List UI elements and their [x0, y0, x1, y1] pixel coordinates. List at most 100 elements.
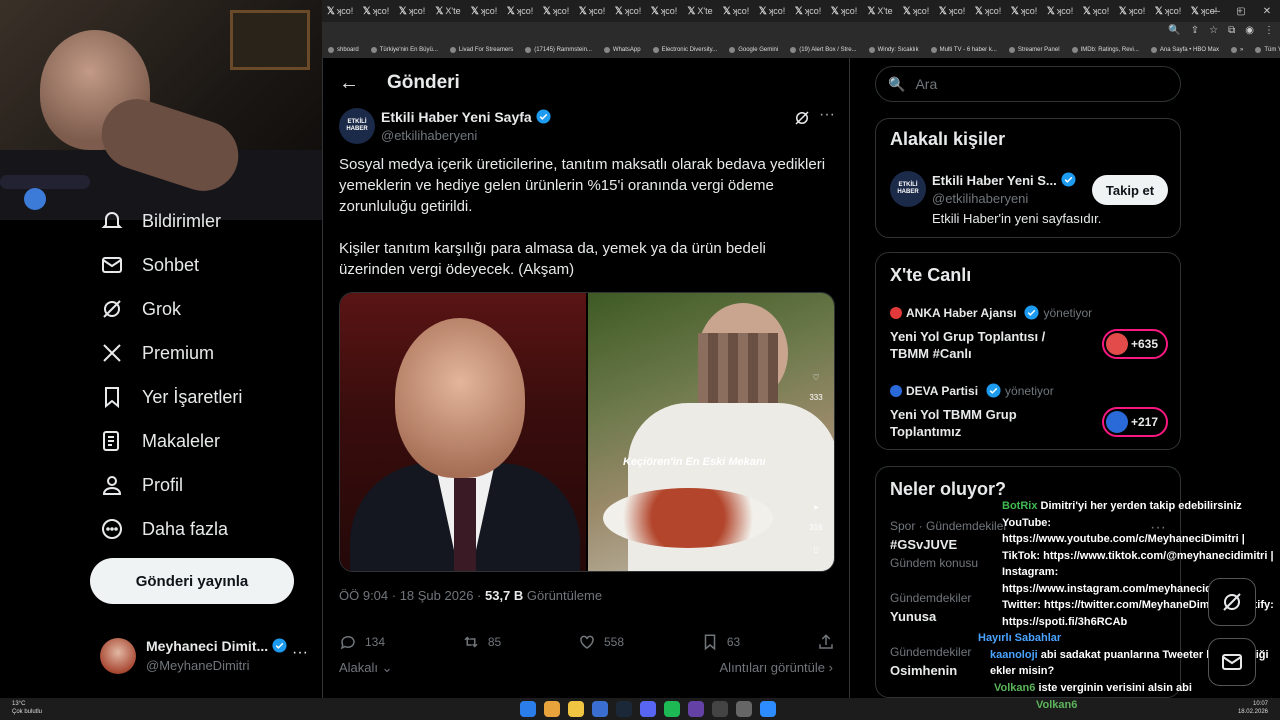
folder-icon[interactable] — [568, 701, 584, 717]
related-dropdown[interactable]: Alakalı ⌄ — [339, 660, 393, 676]
discord-icon[interactable] — [640, 701, 656, 717]
obs-icon[interactable] — [712, 701, 728, 717]
nav-item-more[interactable]: Daha fazla — [100, 514, 228, 544]
nav-item-profile[interactable]: Profil — [100, 470, 183, 500]
nav-item-notifications[interactable]: Bildirimler — [100, 206, 221, 236]
clock[interactable]: 10:07 18.02.2026 — [1238, 700, 1268, 716]
browser-tab[interactable]: 𝕏ʞco! — [466, 0, 502, 22]
bookmark-item[interactable]: (17145) Rammstein... — [519, 47, 598, 53]
close-icon[interactable]: ✕ — [1254, 6, 1280, 17]
related-person-avatar[interactable]: ETKİLİ HABER — [890, 171, 926, 207]
browser-tab[interactable]: 𝕏ʞco! — [1150, 0, 1186, 22]
view-quotes-link[interactable]: Alıntıları görüntüle › — [720, 660, 833, 675]
extensions-icon[interactable]: ⧉ — [1228, 25, 1235, 36]
steam-icon[interactable] — [616, 701, 632, 717]
browser-tab[interactable]: 𝕏ʞco! — [502, 0, 538, 22]
tweet-media[interactable]: Keçiören'in En Eski Mekanı ♡ 333 ➤ 316 ▯ — [339, 292, 835, 572]
twitch-icon[interactable] — [688, 701, 704, 717]
browser-tab[interactable]: 𝕏ʞco! — [574, 0, 610, 22]
browser-tab[interactable]: 𝕏ʞco! — [898, 0, 934, 22]
live-listener-badge[interactable]: +217 — [1102, 407, 1168, 437]
minimize-icon[interactable]: — — [1202, 6, 1228, 17]
more-icon[interactable]: ··· — [292, 644, 308, 662]
browser-tab[interactable]: 𝕏ʞco! — [646, 0, 682, 22]
bookmark-item[interactable]: IMDb: Ratings, Revi... — [1066, 47, 1145, 53]
maximize-icon[interactable]: ▢ — [1228, 6, 1254, 17]
repost-button[interactable]: 85 — [462, 630, 501, 654]
app-icon[interactable] — [736, 701, 752, 717]
nav-item-grok[interactable]: Grok — [100, 294, 181, 324]
browser-tab[interactable]: 𝕏ʞco! — [538, 0, 574, 22]
bookmark-button[interactable]: 63 — [701, 630, 740, 654]
bookmark-item[interactable]: (19) Alert Box / Stre... — [784, 47, 862, 53]
post-button[interactable]: Gönderi yayınla — [90, 558, 294, 604]
bookmark-item[interactable]: WhatsApp — [598, 47, 647, 53]
account-switcher[interactable]: Meyhaneci Dimit... @MeyhaneDimitri ··· — [100, 636, 312, 680]
menu-icon[interactable]: ⋮ — [1264, 25, 1274, 36]
browser-tab[interactable]: 𝕏ʞco! — [934, 0, 970, 22]
reply-button[interactable]: 134 — [339, 630, 385, 654]
star-icon[interactable]: ☆ — [1209, 25, 1218, 36]
bookmark-item[interactable]: Tüm Yer İşaretleri — [1249, 47, 1280, 53]
live-item[interactable]: ANKA Haber Ajansı yönetiyor Yeni Yol Grup… — [890, 305, 1172, 362]
browser-tab[interactable]: 𝕏ʞco! — [358, 0, 394, 22]
like-button[interactable]: 558 — [578, 630, 624, 654]
share-icon[interactable]: ⇪ — [1191, 25, 1199, 36]
bookmark-item[interactable]: Streamer Panel — [1003, 47, 1066, 53]
browser-tab[interactable]: 𝕏ʞco! — [718, 0, 754, 22]
bookmark-item[interactable]: Google Gemini — [723, 47, 784, 53]
browser-tab[interactable]: 𝕏ʞco! — [394, 0, 430, 22]
bookmark-item[interactable]: Electronic Diversity... — [647, 47, 724, 53]
share-button[interactable] — [817, 630, 835, 654]
browser-tab[interactable]: 𝕏ʞco! — [610, 0, 646, 22]
bookmark-item[interactable]: shboard — [322, 47, 365, 53]
browser-tab[interactable]: 𝕏 X'te — [862, 0, 898, 22]
trend-item[interactable]: Gündemdekiler Osimhenin — [890, 645, 971, 678]
trend-item[interactable]: Spor · Gündemdekiler #GSvJUVE Gündem konus… — [890, 519, 1007, 570]
author-handle[interactable]: @etkilihaberyeni — [381, 128, 477, 143]
browser-tab[interactable]: 𝕏 X'te — [682, 0, 718, 22]
weather-widget[interactable]: 13°C Çok bulutlu — [12, 700, 42, 716]
start-icon[interactable] — [520, 701, 536, 717]
browser-tab[interactable]: 𝕏ʞco! — [754, 0, 790, 22]
chrome-icon[interactable] — [544, 701, 560, 717]
bookmark-item[interactable]: Ana Sayfa • HBO Max — [1145, 47, 1225, 53]
bookmark-item[interactable]: Windy: Sıcaklık — [863, 47, 925, 53]
browser-tab[interactable]: 𝕏ʞco! — [1006, 0, 1042, 22]
app-icon[interactable] — [760, 701, 776, 717]
bookmark-item[interactable]: Livad For Streamers — [444, 47, 519, 53]
nav-item-bookmarks[interactable]: Yer İşaretleri — [100, 382, 242, 412]
more-icon[interactable]: ··· — [819, 106, 835, 124]
app-icon[interactable] — [592, 701, 608, 717]
follow-button[interactable]: Takip et — [1092, 175, 1168, 205]
messages-float-button[interactable] — [1208, 638, 1256, 686]
live-item[interactable]: DEVA Partisi yönetiyor Yeni Yol TBMM Grup… — [890, 383, 1172, 440]
nav-item-articles[interactable]: Makaleler — [100, 426, 220, 456]
author-name[interactable]: Etkili Haber Yeni Sayfa — [381, 109, 551, 125]
browser-tab[interactable]: 𝕏ʞco! — [970, 0, 1006, 22]
grok-float-button[interactable] — [1208, 578, 1256, 626]
browser-tab[interactable]: 𝕏ʞco! — [1042, 0, 1078, 22]
browser-tab[interactable]: 𝕏ʞco! — [790, 0, 826, 22]
browser-tab[interactable]: 𝕏ʞco! — [1078, 0, 1114, 22]
zoom-icon[interactable]: 🔍 — [1168, 25, 1180, 36]
bookmark-item[interactable]: Multi TV - 6 haber k... — [925, 47, 1003, 53]
grok-icon[interactable] — [793, 109, 811, 127]
browser-tab[interactable]: 𝕏 X'te — [430, 0, 466, 22]
browser-tab[interactable]: 𝕏ʞco! — [322, 0, 358, 22]
browser-tab[interactable]: 𝕏ʞco! — [1114, 0, 1150, 22]
trend-item[interactable]: Gündemdekiler Yunusa — [890, 591, 971, 624]
media-photo-portrait[interactable] — [340, 293, 586, 571]
back-arrow-icon[interactable]: ← — [339, 72, 359, 95]
live-listener-badge[interactable]: +635 — [1102, 329, 1168, 359]
bookmark-item[interactable]: » — [1225, 47, 1249, 53]
nav-item-premium[interactable]: Premium — [100, 338, 214, 368]
spotify-icon[interactable] — [664, 701, 680, 717]
related-person-name[interactable]: Etkili Haber Yeni S... — [932, 172, 1076, 188]
tweet-time[interactable]: ÖÖ 9:04 · 18 Şub 2026 · — [339, 588, 485, 603]
profile-icon[interactable]: ◉ — [1245, 25, 1254, 36]
nav-item-chat[interactable]: Sohbet — [100, 250, 199, 280]
author-avatar[interactable]: ETKİLİ HABER — [339, 108, 375, 144]
bookmark-item[interactable]: Türkiye'nin En Büyü... — [365, 47, 444, 53]
address-bar[interactable]: 🔍 ⇪ ☆ ⧉ ◉ ⋮ — [322, 22, 1280, 42]
